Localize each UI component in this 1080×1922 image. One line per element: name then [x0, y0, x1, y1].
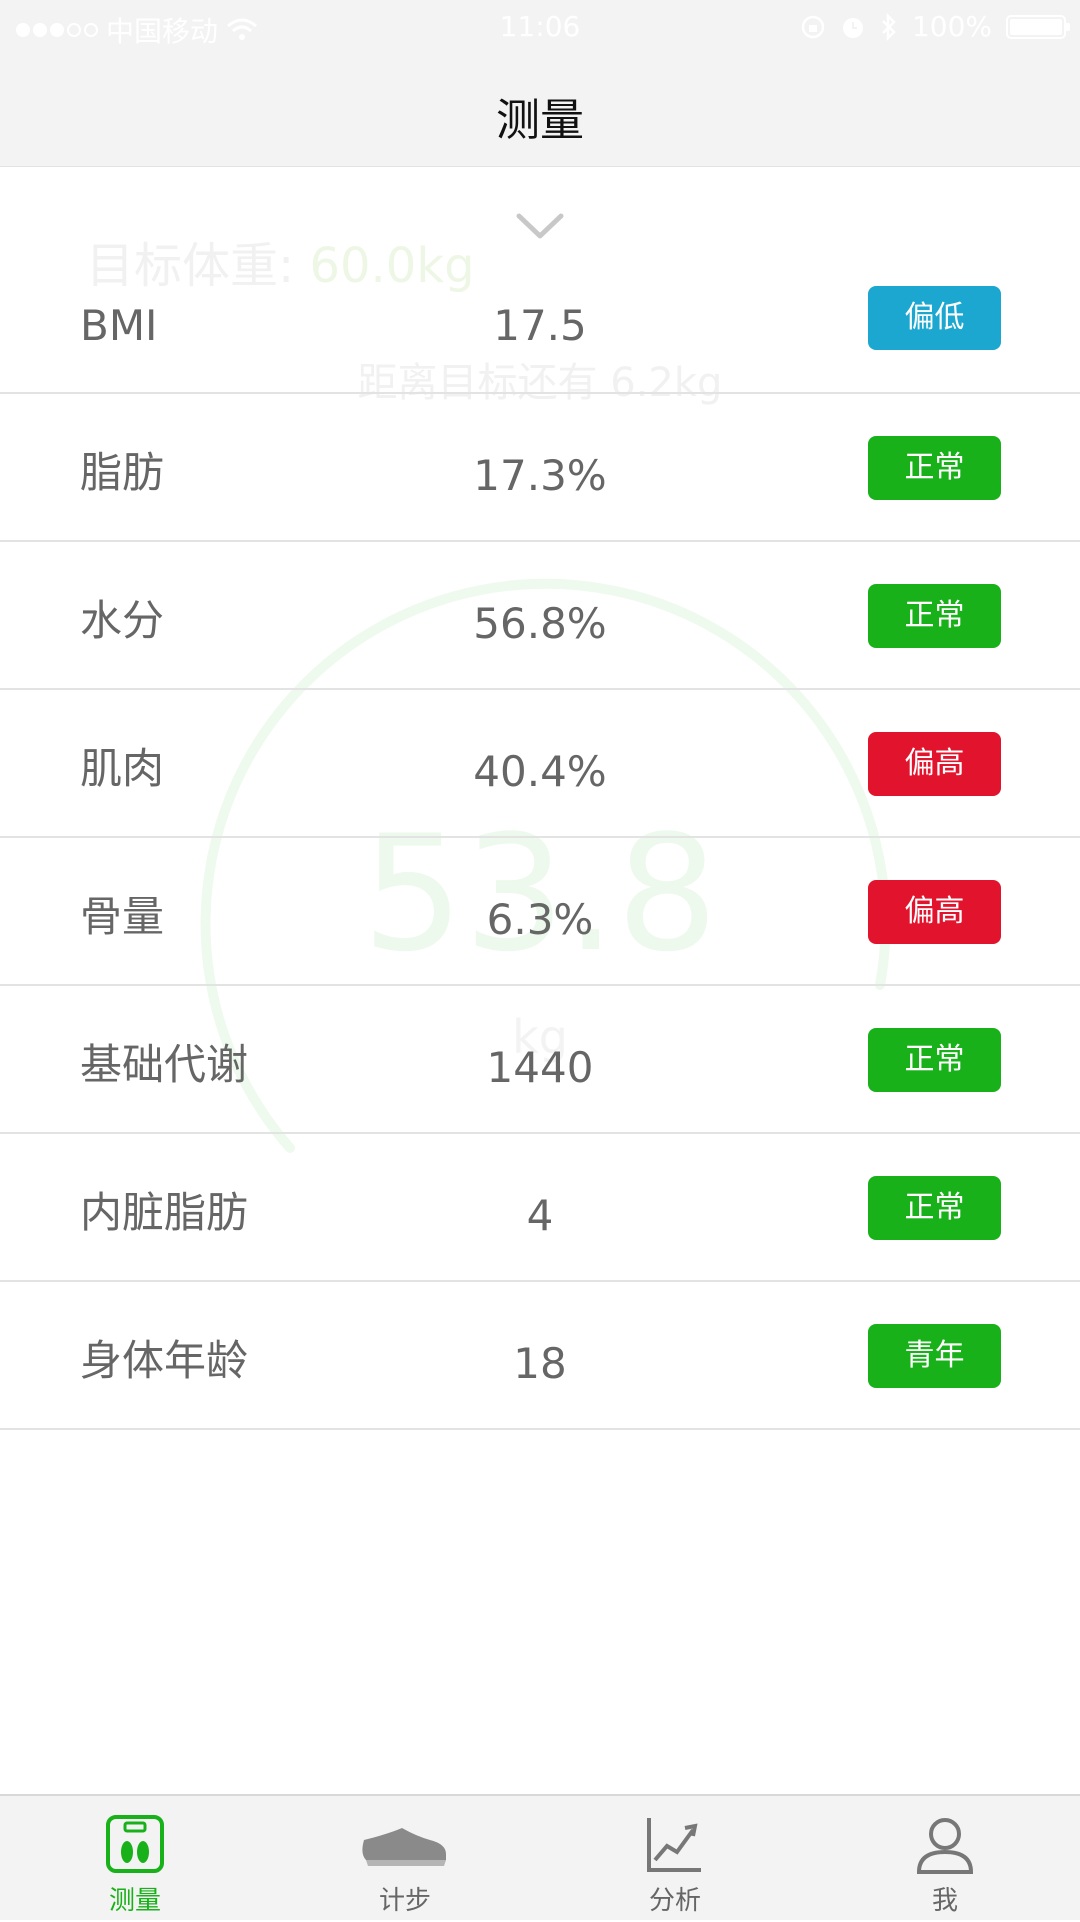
- scale-icon: [106, 1815, 164, 1873]
- tab-label: 分析: [648, 1886, 701, 1916]
- metric-row[interactable]: 脂肪 17.3% 正常: [0, 394, 1080, 542]
- status-badge: 正常: [868, 436, 1001, 500]
- tab-analysis[interactable]: 分析: [540, 1796, 810, 1922]
- tab-steps[interactable]: 计步: [270, 1796, 540, 1922]
- alarm-icon: [842, 17, 863, 38]
- bluetooth-icon: [882, 12, 896, 41]
- measurement-list: BMI 17.5 偏低 脂肪 17.3% 正常 水分 56.8% 正常 肌肉 40.4% 偏高 骨量 6.…: [0, 170, 1080, 1430]
- tab-me[interactable]: 我: [810, 1796, 1080, 1922]
- metric-label: 骨量: [80, 892, 165, 941]
- metric-value: 17.5: [493, 301, 587, 350]
- metric-row[interactable]: 肌肉 40.4% 偏高: [0, 690, 1080, 838]
- metric-row[interactable]: 骨量 6.3% 偏高: [0, 838, 1080, 986]
- tab-label: 测量: [108, 1886, 161, 1916]
- status-badge: 正常: [868, 584, 1001, 648]
- metric-label: 脂肪: [80, 448, 165, 497]
- battery-icon: [1006, 14, 1070, 39]
- metric-value: 17.3%: [473, 451, 607, 500]
- metric-label: 基础代谢: [80, 1040, 249, 1089]
- status-badge: 偏高: [868, 732, 1001, 796]
- metric-row[interactable]: 水分 56.8% 正常: [0, 542, 1080, 690]
- metric-label: 内脏脂肪: [80, 1188, 249, 1237]
- battery-percent: 100%: [911, 10, 992, 43]
- metric-row[interactable]: BMI 17.5 偏低: [0, 170, 1080, 394]
- status-badge: 正常: [868, 1028, 1001, 1092]
- metric-row[interactable]: 身体年龄 18 青年: [0, 1282, 1080, 1430]
- person-icon: [916, 1818, 974, 1874]
- metric-value: 18: [513, 1339, 567, 1388]
- metric-label: 身体年龄: [80, 1336, 249, 1385]
- chart-icon: [647, 1818, 701, 1872]
- metric-value: 1440: [486, 1043, 594, 1092]
- metric-label: 水分: [80, 596, 165, 645]
- metric-value: 40.4%: [473, 747, 607, 796]
- page-title: 测量: [496, 95, 584, 146]
- metric-row[interactable]: 内脏脂肪 4 正常: [0, 1134, 1080, 1282]
- rotation-lock-icon: [801, 15, 825, 38]
- status-badge: 偏高: [868, 880, 1001, 944]
- metric-label: 肌肉: [80, 744, 165, 793]
- shoe-icon: [362, 1828, 446, 1866]
- metric-label: BMI: [80, 301, 158, 350]
- tab-label: 计步: [378, 1886, 431, 1916]
- status-badge: 青年: [868, 1324, 1001, 1388]
- tab-measure[interactable]: 测量: [0, 1796, 270, 1922]
- status-bar: 中国移动 11:06 100%: [0, 0, 1080, 54]
- status-right: 100%: [800, 10, 1070, 43]
- tab-bar: 测量 计步 分析 我: [0, 1794, 1080, 1920]
- metric-value: 4: [526, 1191, 554, 1240]
- status-badge: 正常: [868, 1176, 1001, 1240]
- metric-value: 56.8%: [473, 599, 607, 648]
- navigation-bar: 测量: [0, 54, 1080, 167]
- tab-label: 我: [931, 1886, 958, 1916]
- status-badge: 偏低: [868, 286, 1001, 350]
- metric-row[interactable]: 基础代谢 1440 正常: [0, 986, 1080, 1134]
- metric-value: 6.3%: [486, 895, 594, 944]
